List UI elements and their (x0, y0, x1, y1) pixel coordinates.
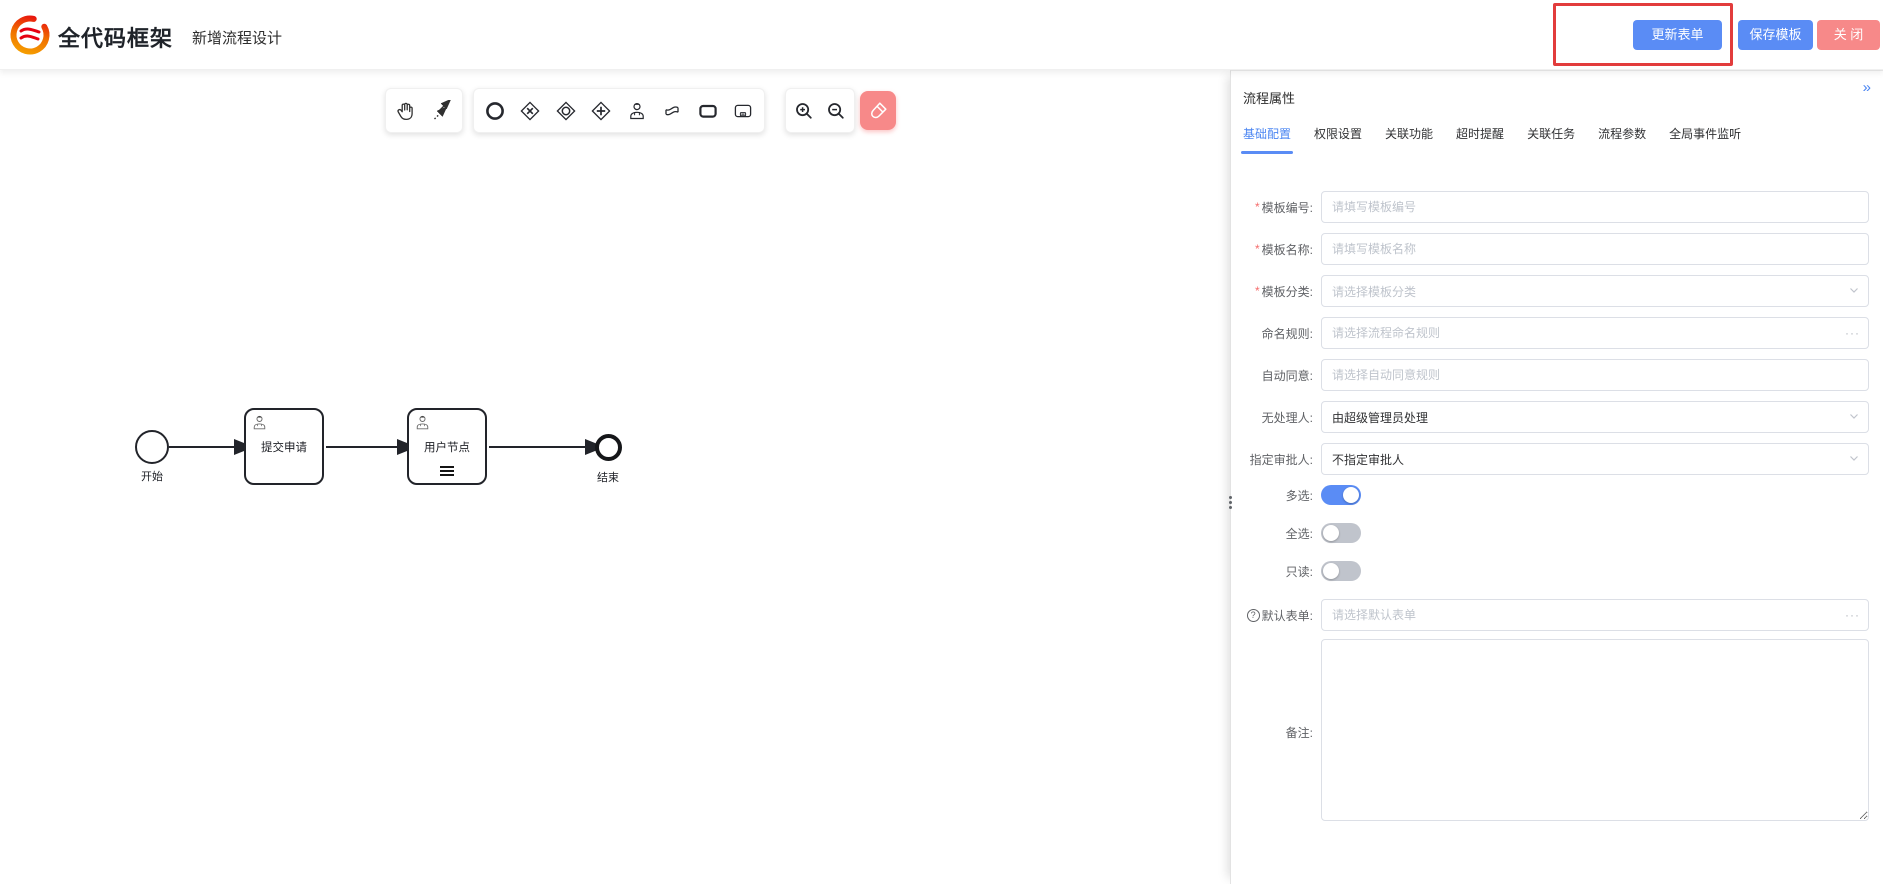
inclusive-gateway-icon[interactable] (551, 96, 581, 126)
collapse-panel-icon[interactable]: » (1863, 79, 1871, 96)
clear-canvas-button[interactable] (860, 91, 896, 130)
bpmn-canvas[interactable]: 开始 提交申请 用户节点 结束 (0, 70, 1229, 884)
chevron-down-icon (1848, 410, 1860, 422)
form-row: 只读: (1231, 561, 1883, 581)
bpmn-end-event[interactable] (595, 434, 622, 461)
approver-select[interactable]: 不指定审批人 (1321, 443, 1869, 475)
save-template-button[interactable]: 保存模板 (1738, 20, 1813, 50)
naming-rule-input[interactable] (1321, 317, 1869, 349)
exclusive-gateway-icon[interactable] (515, 96, 545, 126)
user-icon (414, 414, 431, 431)
multi-select-toggle[interactable] (1321, 485, 1361, 505)
select-all-toggle[interactable] (1321, 523, 1361, 543)
script-task-icon[interactable] (657, 96, 687, 126)
tab-related-functions[interactable]: 关联功能 (1385, 125, 1433, 154)
field-label: *模板编号: (1231, 199, 1321, 216)
template-name-input[interactable] (1321, 233, 1869, 265)
field-label: 指定审批人: (1231, 451, 1321, 468)
read-only-toggle[interactable] (1321, 561, 1361, 581)
page-title: 新增流程设计 (192, 27, 282, 48)
form-row: 指定审批人: 不指定审批人 (1231, 443, 1883, 475)
panel-title: 流程属性 (1243, 88, 1295, 107)
form-row: 命名规则: ··· (1231, 317, 1883, 349)
global-connect-tool-icon[interactable] (427, 96, 457, 126)
tab-timeout-reminder[interactable]: 超时提醒 (1456, 125, 1504, 154)
form-row: *模板编号: (1231, 191, 1883, 223)
zoom-out-icon[interactable] (821, 96, 851, 126)
field-label: 自动同意: (1231, 367, 1321, 384)
field-label: 备注: (1231, 724, 1321, 741)
auto-agree-input[interactable] (1321, 359, 1869, 391)
default-form-input[interactable] (1321, 599, 1869, 631)
form-row: *模板名称: (1231, 233, 1883, 265)
template-category-select[interactable]: 请选择模板分类 (1321, 275, 1869, 307)
user-icon (251, 414, 268, 431)
user-task-icon[interactable] (622, 96, 652, 126)
remark-textarea[interactable] (1321, 639, 1869, 821)
zoom-in-icon[interactable] (789, 96, 819, 126)
no-handler-select[interactable]: 由超级管理员处理 (1321, 401, 1869, 433)
panel-tabs: 基础配置 权限设置 关联功能 超时提醒 关联任务 流程参数 全局事件监听 (1243, 125, 1764, 154)
tab-process-parameters[interactable]: 流程参数 (1598, 125, 1646, 154)
form-row: ? 默认表单: ··· (1231, 599, 1883, 631)
tab-related-tasks[interactable]: 关联任务 (1527, 125, 1575, 154)
bpmn-task-user-node[interactable]: 用户节点 (407, 408, 487, 485)
form-row: 备注: (1231, 641, 1883, 823)
palette-group-zoom (785, 88, 855, 133)
chevron-down-icon (1848, 452, 1860, 464)
task-label: 提交申请 (261, 439, 307, 455)
diagram-layer: 开始 提交申请 用户节点 结束 (0, 70, 1229, 884)
palette-group-tools (385, 88, 463, 133)
start-event-icon[interactable] (480, 96, 510, 126)
bpmn-start-event[interactable] (135, 430, 169, 464)
collapsed-subprocess-icon[interactable] (728, 96, 758, 126)
field-label: 只读: (1231, 563, 1321, 580)
tab-global-event-listener[interactable]: 全局事件监听 (1669, 125, 1741, 154)
template-no-input[interactable] (1321, 191, 1869, 223)
start-event-label: 开始 (122, 468, 182, 484)
palette-group-shapes (473, 88, 765, 133)
brush-icon (867, 100, 889, 122)
ellipsis-icon[interactable]: ··· (1845, 317, 1860, 349)
form-row: 多选: (1231, 485, 1883, 505)
task-label: 用户节点 (424, 439, 470, 455)
field-label: *模板名称: (1231, 241, 1321, 258)
app-logo-icon (8, 13, 52, 57)
bpmn-task-submit[interactable]: 提交申请 (244, 408, 324, 485)
update-form-button[interactable]: 更新表单 (1633, 20, 1722, 50)
app-header: 全代码框架 新增流程设计 更新表单 保存模板 关 闭 (0, 0, 1883, 70)
basic-config-form: *模板编号: *模板名称: *模板分类: 请选择模板分类 命名规则: ··· (1231, 191, 1883, 823)
field-label: 全选: (1231, 525, 1321, 542)
task-icon[interactable] (693, 96, 723, 126)
parallel-gateway-icon[interactable] (586, 96, 616, 126)
field-label: ? 默认表单: (1231, 607, 1321, 624)
field-label: 无处理人: (1231, 409, 1321, 426)
field-label: *模板分类: (1231, 283, 1321, 300)
app-title: 全代码框架 (58, 21, 173, 53)
hand-tool-icon[interactable] (391, 96, 421, 126)
field-label: 多选: (1231, 487, 1321, 504)
question-circle-icon: ? (1247, 609, 1260, 622)
close-button[interactable]: 关 闭 (1817, 20, 1880, 50)
field-label: 命名规则: (1231, 325, 1321, 342)
tab-permission-settings[interactable]: 权限设置 (1314, 125, 1362, 154)
form-row: 全选: (1231, 523, 1883, 543)
form-row: *模板分类: 请选择模板分类 (1231, 275, 1883, 307)
chevron-down-icon (1848, 284, 1860, 296)
form-row: 自动同意: (1231, 359, 1883, 391)
form-row: 无处理人: 由超级管理员处理 (1231, 401, 1883, 433)
end-event-label: 结束 (578, 469, 638, 485)
process-properties-panel: 流程属性 » 基础配置 权限设置 关联功能 超时提醒 关联任务 流程参数 全局事… (1230, 70, 1883, 884)
tab-basic-config[interactable]: 基础配置 (1243, 125, 1291, 154)
ellipsis-icon[interactable]: ··· (1845, 599, 1860, 631)
multi-instance-marker-icon (440, 466, 454, 478)
